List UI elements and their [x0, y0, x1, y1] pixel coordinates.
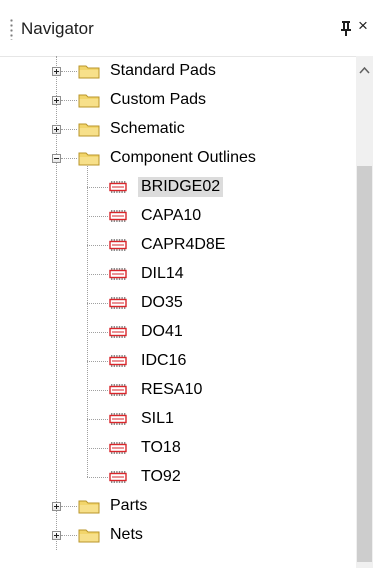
- tree-connector: [87, 332, 108, 333]
- folder-icon: [78, 65, 100, 79]
- drag-grip-icon[interactable]: [10, 18, 13, 40]
- folder-icon: [78, 94, 100, 108]
- tree-item-label: SIL1: [141, 410, 174, 427]
- tree-folder-parts[interactable]: Parts: [0, 492, 356, 520]
- pin-icon[interactable]: [339, 17, 353, 39]
- component-outline-icon: [109, 355, 127, 367]
- component-outline-icon: [109, 442, 127, 454]
- expand-toggle-icon[interactable]: [52, 125, 61, 134]
- tree-item-idc16[interactable]: IDC16: [0, 347, 356, 375]
- tree-item-label: CAPR4D8E: [141, 236, 226, 253]
- expand-toggle-icon[interactable]: [52, 531, 61, 540]
- tree-item-dil14[interactable]: DIL14: [0, 260, 356, 288]
- scroll-up-arrow-icon[interactable]: [356, 56, 373, 84]
- tree-connector: [87, 216, 108, 217]
- expand-toggle-icon[interactable]: [52, 502, 61, 511]
- tree-connector: [61, 129, 77, 130]
- tree-connector: [87, 477, 108, 478]
- component-outline-icon: [109, 210, 127, 222]
- tree-item-label: CAPA10: [141, 207, 202, 224]
- tree-folder-schematic[interactable]: Schematic: [0, 115, 356, 143]
- tree-connector: [87, 303, 108, 304]
- tree-item-sil1[interactable]: SIL1: [0, 405, 356, 433]
- tree-connector: [61, 100, 77, 101]
- component-outline-icon: [109, 181, 127, 193]
- component-outline-icon: [109, 239, 127, 251]
- tree-connector: [61, 71, 77, 72]
- tree-connector: [87, 361, 108, 362]
- tree-connector: [87, 448, 108, 449]
- tree-item-bridge02[interactable]: BRIDGE02: [0, 173, 356, 201]
- tree-item-capa10[interactable]: CAPA10: [0, 202, 356, 230]
- tree-folder-label: Custom Pads: [110, 91, 207, 108]
- vertical-scrollbar[interactable]: [356, 56, 373, 568]
- folder-icon: [78, 152, 100, 166]
- tree-connector: [87, 245, 108, 246]
- tree-item-do41[interactable]: DO41: [0, 318, 356, 346]
- component-outline-icon: [109, 268, 127, 280]
- tree-item-resa10[interactable]: RESA10: [0, 376, 356, 404]
- tree-connector: [61, 506, 77, 507]
- tree-connector: [87, 390, 108, 391]
- tree-folder-label: Component Outlines: [110, 149, 256, 166]
- tree-folder-custom-pads[interactable]: Custom Pads: [0, 86, 356, 114]
- panel-title-bar[interactable]: Navigator ×: [0, 0, 373, 57]
- tree-connector: [87, 187, 108, 188]
- component-outline-icon: [109, 326, 127, 338]
- close-icon[interactable]: ×: [358, 15, 368, 37]
- scrollbar-thumb[interactable]: [357, 166, 372, 562]
- component-outline-icon: [109, 471, 127, 483]
- tree-item-label: DIL14: [141, 265, 184, 282]
- folder-icon: [78, 529, 100, 543]
- component-outline-icon: [109, 413, 127, 425]
- tree-item-label: DO35: [141, 294, 183, 311]
- tree-item-label: RESA10: [141, 381, 203, 398]
- tree-connector: [87, 274, 108, 275]
- tree-item-label: TO92: [141, 468, 181, 485]
- folder-icon: [78, 500, 100, 514]
- tree-item-do35[interactable]: DO35: [0, 289, 356, 317]
- tree-folder-standard-pads[interactable]: Standard Pads: [0, 57, 356, 85]
- tree-item-label: DO41: [141, 323, 183, 340]
- tree-item-to18[interactable]: TO18: [0, 434, 356, 462]
- tree-connector: [87, 419, 108, 420]
- tree-item-label: BRIDGE02: [138, 177, 224, 197]
- navigator-panel: Navigator × Standard Pads Custom Pads Sche…: [0, 0, 373, 568]
- expand-toggle-icon[interactable]: [52, 67, 61, 76]
- tree-folder-label: Parts: [110, 497, 148, 514]
- tree-folder-label: Schematic: [110, 120, 185, 137]
- tree-item-label: IDC16: [141, 352, 187, 369]
- tree-folder-nets[interactable]: Nets: [0, 521, 356, 549]
- tree-folder-label: Nets: [110, 526, 143, 543]
- folder-icon: [78, 123, 100, 137]
- navigator-tree[interactable]: Standard Pads Custom Pads Schematic Compone…: [0, 56, 356, 568]
- collapse-toggle-icon[interactable]: [52, 154, 61, 163]
- tree-folder-label: Standard Pads: [110, 62, 216, 79]
- component-outline-icon: [109, 384, 127, 396]
- tree-item-to92[interactable]: TO92: [0, 463, 356, 491]
- tree-folder-component-outlines[interactable]: Component Outlines: [0, 144, 356, 172]
- tree-item-capr4d8e[interactable]: CAPR4D8E: [0, 231, 356, 259]
- expand-toggle-icon[interactable]: [52, 96, 61, 105]
- tree-connector: [61, 158, 77, 159]
- tree-connector: [61, 535, 77, 536]
- panel-title: Navigator: [21, 19, 94, 38]
- tree-item-label: TO18: [141, 439, 181, 456]
- component-outline-icon: [109, 297, 127, 309]
